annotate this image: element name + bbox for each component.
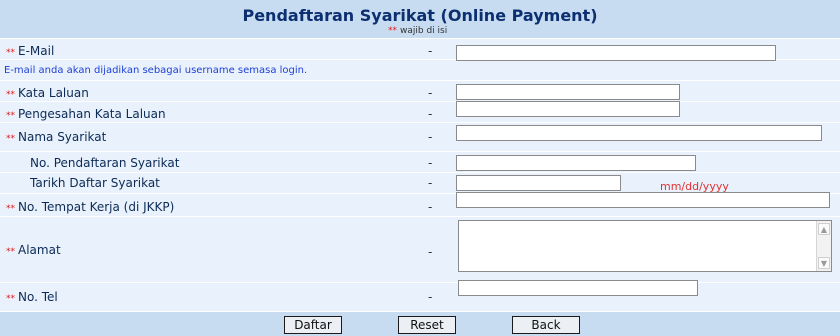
- required-marker: **: [6, 247, 15, 257]
- reset-button[interactable]: Reset: [398, 316, 456, 334]
- back-button[interactable]: Back: [512, 316, 580, 334]
- email-field[interactable]: [456, 45, 776, 61]
- form-title: Pendaftaran Syarikat (Online Payment): [242, 6, 598, 25]
- separator: -: [428, 290, 433, 304]
- submit-button[interactable]: Daftar: [284, 316, 342, 334]
- scroll-up-icon[interactable]: ▲: [818, 223, 830, 235]
- scroll-down-icon[interactable]: ▼: [818, 257, 830, 269]
- phone-label: ** No. Tel: [6, 290, 58, 304]
- password-field[interactable]: [456, 84, 680, 100]
- separator: -: [428, 107, 433, 121]
- company-name-field[interactable]: [456, 125, 822, 141]
- company-reg-no-label: No. Pendaftaran Syarikat: [30, 156, 180, 170]
- phone-field[interactable]: [458, 280, 698, 296]
- separator: -: [428, 156, 433, 170]
- email-hint: E-mail anda akan dijadikan sebagai usern…: [4, 65, 308, 76]
- email-label: ** E-Mail: [6, 44, 55, 58]
- password-label: ** Kata Laluan: [6, 86, 89, 100]
- separator: -: [428, 86, 433, 100]
- row-band-phone: [0, 283, 840, 311]
- required-marker: **: [6, 90, 15, 100]
- confirm-password-label: ** Pengesahan Kata Laluan: [6, 107, 166, 121]
- row-band-password: [0, 81, 840, 101]
- separator: -: [428, 176, 433, 190]
- required-note: ** wajib di isi: [388, 26, 447, 36]
- address-scrollbar[interactable]: ▲ ▼: [816, 221, 831, 271]
- separator: -: [428, 200, 433, 214]
- company-reg-no-field[interactable]: [456, 155, 696, 171]
- required-marker: **: [6, 48, 15, 58]
- address-label: ** Alamat: [6, 243, 61, 257]
- required-note-text: wajib di isi: [400, 26, 448, 36]
- separator: -: [428, 245, 433, 259]
- workplace-no-label: ** No. Tempat Kerja (di JKKP): [6, 200, 175, 214]
- workplace-no-field[interactable]: [456, 192, 830, 208]
- company-reg-date-field[interactable]: [456, 175, 621, 191]
- address-textarea[interactable]: ▲ ▼: [458, 220, 832, 272]
- required-marker: **: [6, 204, 15, 214]
- required-marker: **: [6, 294, 15, 304]
- required-marker: **: [388, 26, 397, 36]
- company-reg-date-label: Tarikh Daftar Syarikat: [30, 176, 160, 190]
- required-marker: **: [6, 134, 15, 144]
- company-name-label: ** Nama Syarikat: [6, 130, 107, 144]
- required-marker: **: [6, 111, 15, 121]
- separator: -: [428, 44, 433, 58]
- separator: -: [428, 130, 433, 144]
- confirm-password-field[interactable]: [456, 101, 680, 117]
